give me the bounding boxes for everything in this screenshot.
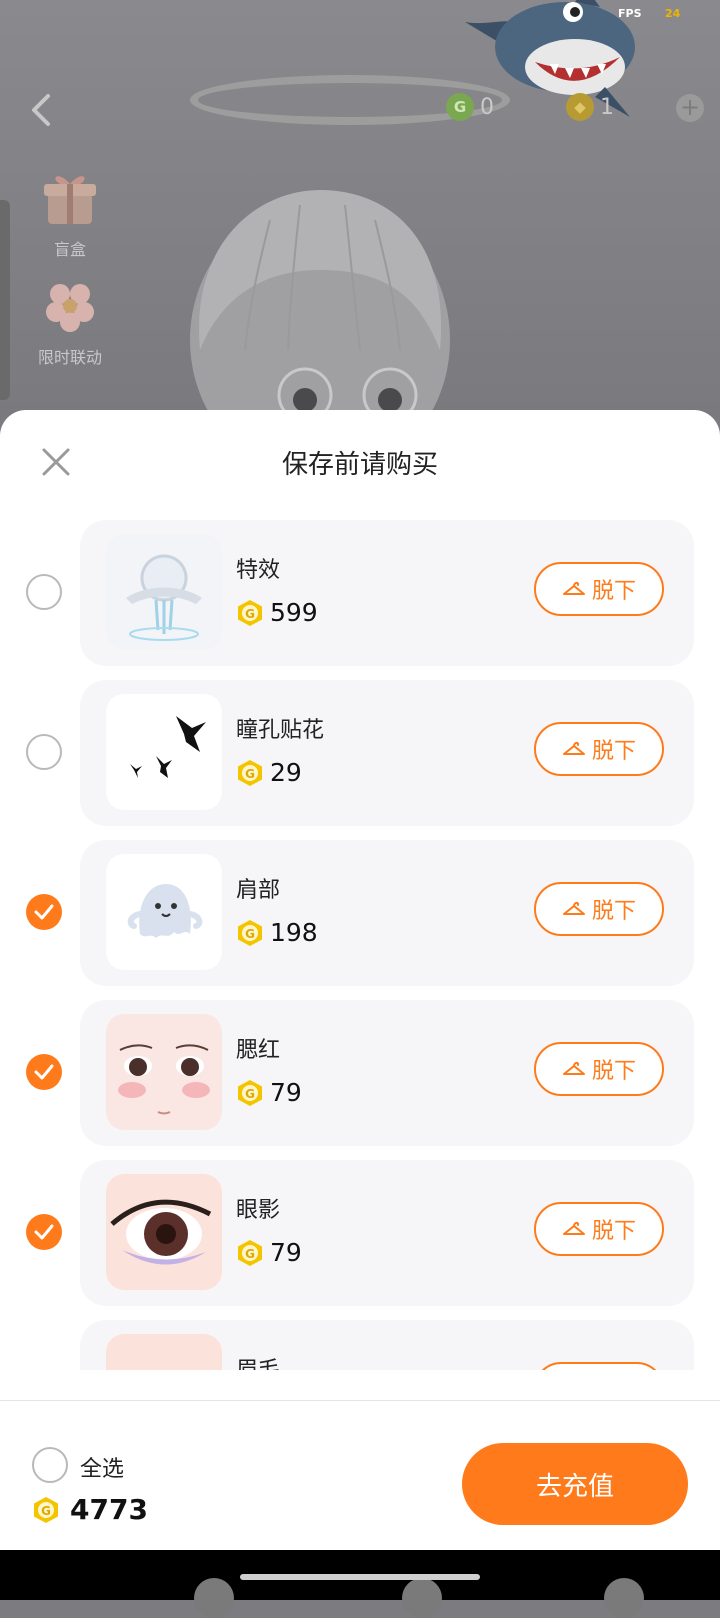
- fps-value: 24: [665, 7, 681, 20]
- item-checkbox[interactable]: [26, 1214, 62, 1250]
- item-name: 肩部: [236, 878, 281, 903]
- g-coin-icon: G: [238, 599, 262, 626]
- effect-thumbnail: [106, 534, 222, 650]
- recharge-button[interactable]: 去充值: [462, 1443, 688, 1525]
- list-item[interactable]: 眼影 G 79 脱下: [26, 1160, 694, 1306]
- blush-thumbnail: [106, 1014, 222, 1130]
- limited-event-label: 限时联动: [37, 348, 102, 367]
- item-checkbox[interactable]: [26, 1054, 62, 1090]
- system-nav-bar: [0, 1550, 720, 1618]
- item-name: 瞳孔贴花: [236, 718, 325, 743]
- hanger-icon: [562, 901, 585, 915]
- g-coin-icon: G: [238, 1239, 262, 1266]
- take-off-label: 脱下: [591, 1059, 636, 1084]
- coin-balance: G 4773: [32, 1493, 148, 1526]
- price-value: 79: [270, 1078, 302, 1107]
- take-off-button[interactable]: 脱下: [534, 1202, 664, 1256]
- list-item[interactable]: 眉毛 脱下: [80, 1320, 694, 1370]
- price-value: 198: [270, 918, 318, 947]
- avatar-scene: FPS 24 G 0 ◆ 1 + 盲盒 限时联动: [0, 0, 720, 420]
- back-icon[interactable]: [26, 90, 56, 130]
- list-item[interactable]: 瞳孔贴花 G 29 脱下: [26, 680, 694, 826]
- price-value: 79: [270, 1238, 302, 1267]
- flower-icon: [46, 284, 94, 332]
- list-item[interactable]: 肩部 G 198 脱下: [26, 840, 694, 986]
- avatar-character: [190, 190, 450, 420]
- balance-value: 4773: [70, 1493, 148, 1526]
- g-coin-icon: G: [34, 1496, 58, 1523]
- nav-button[interactable]: [604, 1578, 644, 1618]
- item-price: G 198: [236, 918, 318, 947]
- take-off-label: 脱下: [591, 1219, 636, 1244]
- shoulder-thumbnail: [106, 854, 222, 970]
- take-off-label: 脱下: [591, 739, 636, 764]
- green-currency: G 0: [446, 93, 494, 121]
- g-coin-icon: G: [238, 759, 262, 786]
- gift-box-icon: [44, 176, 96, 224]
- take-off-label: 脱下: [591, 899, 636, 924]
- purchase-list[interactable]: 特效 G 599 脱下 瞳孔贴花 G 29 脱下 肩部 G 198 脱下 腮红 …: [0, 520, 720, 1370]
- list-item[interactable]: 腮红 G 79 脱下: [26, 1000, 694, 1146]
- item-name: 特效: [236, 558, 281, 583]
- hanger-icon: [562, 581, 585, 595]
- side-drawer-handle[interactable]: [0, 200, 10, 400]
- item-name: 眼影: [236, 1198, 281, 1223]
- item-price: G 599: [236, 598, 318, 627]
- take-off-button[interactable]: 脱下: [534, 722, 664, 776]
- sheet-title: 保存前请购买: [281, 450, 438, 480]
- limited-event-button[interactable]: 限时联动: [30, 276, 110, 368]
- g-coin-icon: G: [238, 1079, 262, 1106]
- item-price: G 79: [236, 1078, 302, 1107]
- checkmark-icon: [34, 1064, 54, 1080]
- nav-button[interactable]: [402, 1578, 442, 1618]
- green-currency-value: 0: [480, 94, 494, 120]
- eyeshadow-thumbnail: [106, 1174, 222, 1290]
- g-coin-icon: G: [446, 93, 474, 121]
- take-off-button[interactable]: 脱下: [534, 882, 664, 936]
- hanger-icon: [562, 741, 585, 755]
- take-off-label: 脱下: [591, 579, 636, 604]
- take-off-button[interactable]: 脱下: [534, 1042, 664, 1096]
- checkmark-icon: [34, 904, 54, 920]
- select-all-label[interactable]: 全选: [80, 1451, 124, 1483]
- pupil-decal-thumbnail: [106, 694, 222, 810]
- eyebrow-thumbnail: [106, 1334, 222, 1370]
- purchase-sheet: 保存前请购买 特效 G 599 脱下 瞳孔贴花 G 29 脱下 肩部 G 198…: [0, 410, 720, 1550]
- price-value: 599: [270, 598, 318, 627]
- svg-text:G: G: [245, 607, 255, 621]
- svg-text:G: G: [245, 927, 255, 941]
- gold-coin-icon: ◆: [566, 93, 594, 121]
- item-checkbox[interactable]: [26, 574, 62, 610]
- item-name: 腮红: [236, 1038, 281, 1063]
- svg-text:G: G: [245, 1247, 255, 1261]
- svg-text:G: G: [41, 1504, 51, 1518]
- item-price: G 79: [236, 1238, 302, 1267]
- select-all-checkbox[interactable]: [32, 1447, 68, 1483]
- svg-text:G: G: [245, 1087, 255, 1101]
- nav-button[interactable]: [194, 1578, 234, 1618]
- hanger-icon: [562, 1221, 585, 1235]
- gold-currency: ◆ 1: [566, 93, 614, 121]
- purchase-footer: 全选 G 4773 去充值: [0, 1400, 720, 1551]
- list-item[interactable]: 特效 G 599 脱下: [26, 520, 694, 666]
- add-currency-icon[interactable]: +: [676, 94, 704, 122]
- svg-text:G: G: [245, 767, 255, 781]
- item-price: G 29: [236, 758, 302, 787]
- item-checkbox[interactable]: [26, 734, 62, 770]
- hanger-icon: [562, 1061, 585, 1075]
- item-checkbox[interactable]: [26, 894, 62, 930]
- blind-box-label: 盲盒: [53, 240, 86, 259]
- blind-box-button[interactable]: 盲盒: [30, 168, 110, 260]
- gold-currency-value: 1: [600, 94, 614, 120]
- item-name: 眉毛: [236, 1352, 280, 1370]
- home-indicator[interactable]: [240, 1574, 480, 1580]
- g-coin-icon: G: [238, 919, 262, 946]
- take-off-button[interactable]: 脱下: [534, 562, 664, 616]
- take-off-button[interactable]: 脱下: [534, 1362, 664, 1370]
- price-value: 29: [270, 758, 302, 787]
- checkmark-icon: [34, 1224, 54, 1240]
